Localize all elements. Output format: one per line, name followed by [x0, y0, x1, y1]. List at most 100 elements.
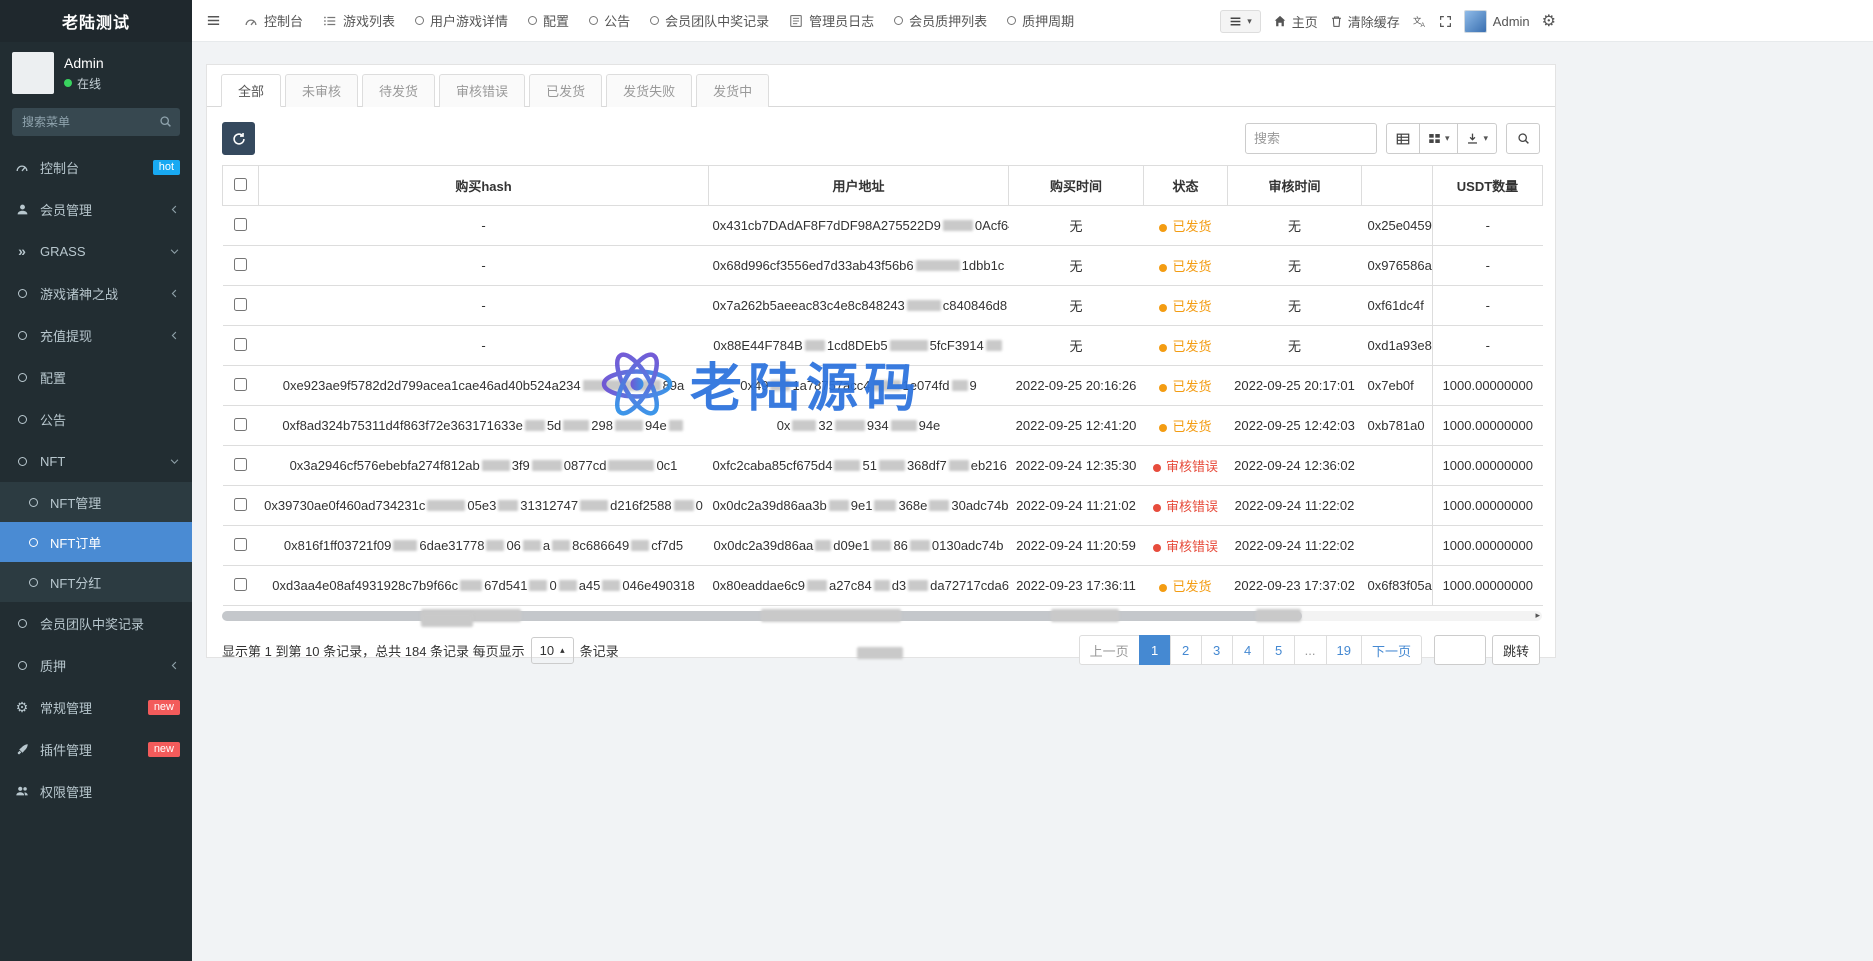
- columns-button[interactable]: ▾: [1419, 123, 1459, 154]
- jump-button[interactable]: 跳转: [1492, 635, 1540, 665]
- navbar-item[interactable]: 公告: [579, 0, 640, 41]
- table-row: -0x7a262b5aeeac83c4e8c848243c840846d8无已发…: [223, 286, 1543, 326]
- row-checkbox[interactable]: [234, 218, 247, 231]
- navbar-item[interactable]: 质押周期: [997, 0, 1084, 41]
- sidebar-item[interactable]: 会员团队中奖记录: [0, 602, 192, 644]
- page-number[interactable]: 4: [1232, 635, 1264, 665]
- column-header[interactable]: USDT数量: [1433, 166, 1543, 206]
- navbar-item[interactable]: 用户游戏详情: [405, 0, 518, 41]
- sidebar-item-label: 权限管理: [40, 782, 92, 801]
- sidebar-item[interactable]: »GRASS: [0, 230, 192, 272]
- filter-tab[interactable]: 发货中: [696, 74, 769, 107]
- usdt-amount-cell: -: [1433, 286, 1543, 326]
- filter-tab[interactable]: 未审核: [285, 74, 358, 107]
- nav-list-dropdown[interactable]: ▾: [1220, 10, 1261, 33]
- sidebar-item[interactable]: 会员管理: [0, 188, 192, 230]
- table-search-input[interactable]: [1245, 123, 1377, 154]
- redacted-text: [523, 540, 541, 551]
- caret-down-icon: ▾: [1483, 133, 1488, 144]
- page-number[interactable]: 19: [1326, 635, 1362, 665]
- navbar-item[interactable]: 配置: [518, 0, 579, 41]
- navbar-item[interactable]: 控制台: [234, 0, 313, 41]
- sidebar-item[interactable]: 控制台hot: [0, 146, 192, 188]
- row-checkbox[interactable]: [234, 538, 247, 551]
- redacted-text: [910, 540, 930, 551]
- horizontal-scrollbar[interactable]: ▸: [222, 611, 1542, 621]
- column-header[interactable]: 购买时间: [1009, 166, 1144, 206]
- page-number[interactable]: 5: [1263, 635, 1295, 665]
- clear-cache-label: 清除缓存: [1348, 12, 1400, 31]
- page-number[interactable]: 2: [1170, 635, 1202, 665]
- fullscreen-icon[interactable]: [1439, 15, 1452, 28]
- sidebar-item[interactable]: 公告: [0, 398, 192, 440]
- row-checkbox[interactable]: [234, 458, 247, 471]
- navbar-item[interactable]: 会员团队中奖记录: [640, 0, 779, 41]
- sidebar-subitem[interactable]: NFT管理: [0, 482, 192, 522]
- buy-hash-cell: -: [259, 246, 709, 286]
- row-checkbox[interactable]: [234, 578, 247, 591]
- sidebar-item[interactable]: ⚙常规管理new: [0, 686, 192, 728]
- page-number[interactable]: 1: [1139, 635, 1171, 665]
- sidebar-item[interactable]: 游戏诸神之战: [0, 272, 192, 314]
- sidebar-search-input[interactable]: [12, 108, 180, 136]
- sidebar-subitem[interactable]: NFT订单: [0, 522, 192, 562]
- redacted-text: [482, 460, 510, 471]
- sidebar-item[interactable]: 质押: [0, 644, 192, 686]
- page-size-select[interactable]: 10 ▴: [531, 637, 574, 664]
- filter-tab[interactable]: 全部: [221, 74, 281, 107]
- sidebar-subitem[interactable]: NFT分红: [0, 562, 192, 602]
- row-checkbox[interactable]: [234, 298, 247, 311]
- audit-time-cell: 2022-09-23 17:37:02: [1228, 566, 1362, 606]
- column-header[interactable]: 购买hash: [259, 166, 709, 206]
- navbar-user[interactable]: Admin: [1464, 10, 1530, 33]
- column-header[interactable]: 用户地址: [709, 166, 1009, 206]
- page-prev[interactable]: 上一页: [1079, 635, 1140, 665]
- filter-tab[interactable]: 待发货: [362, 74, 435, 107]
- home-link[interactable]: 主页: [1273, 12, 1318, 31]
- page-number[interactable]: 3: [1201, 635, 1233, 665]
- column-header[interactable]: 审核时间: [1228, 166, 1362, 206]
- navbar-item[interactable]: 游戏列表: [313, 0, 405, 41]
- settings-gear-icon[interactable]: ⚙: [1542, 11, 1556, 31]
- user-status-label: 在线: [77, 75, 101, 92]
- clear-cache-link[interactable]: 清除缓存: [1330, 12, 1400, 31]
- sidebar-item-label: 会员管理: [40, 200, 92, 219]
- sidebar-toggle-icon[interactable]: [192, 0, 234, 41]
- column-header[interactable]: [1362, 166, 1433, 206]
- sidebar-item[interactable]: 充值提现: [0, 314, 192, 356]
- redacted-text: [669, 420, 683, 431]
- sidebar-item[interactable]: 权限管理: [0, 770, 192, 812]
- sidebar-item[interactable]: 插件管理new: [0, 728, 192, 770]
- navbar-item[interactable]: 管理员日志: [779, 0, 884, 41]
- filter-tab[interactable]: 审核错误: [439, 74, 525, 107]
- page-next[interactable]: 下一页: [1361, 635, 1422, 665]
- sidebar-item[interactable]: 配置: [0, 356, 192, 398]
- table-row: -0x68d996cf3556ed7d33ab43f56b61dbb1c无已发货…: [223, 246, 1543, 286]
- navbar-item[interactable]: 会员质押列表: [884, 0, 997, 41]
- audit-time-cell: 2022-09-25 20:17:01: [1228, 366, 1362, 406]
- row-checkbox[interactable]: [234, 498, 247, 511]
- scrollbar-arrow-right-icon[interactable]: ▸: [1535, 610, 1540, 621]
- row-checkbox[interactable]: [234, 258, 247, 271]
- select-all-checkbox[interactable]: [234, 178, 247, 191]
- row-checkbox[interactable]: [234, 338, 247, 351]
- search-toggle-button[interactable]: [1506, 123, 1540, 154]
- redacted-text: [498, 500, 518, 511]
- row-checkbox[interactable]: [234, 378, 247, 391]
- jump-page-input[interactable]: [1434, 635, 1486, 665]
- filter-tab[interactable]: 发货失败: [606, 74, 692, 107]
- export-button[interactable]: ▾: [1457, 123, 1497, 154]
- address-cell: 0x3293494e: [709, 406, 1009, 446]
- row-checkbox[interactable]: [234, 418, 247, 431]
- dashboard-icon: [12, 160, 32, 174]
- refresh-button[interactable]: [222, 122, 255, 155]
- toggle-view-button[interactable]: [1386, 123, 1420, 154]
- filter-tab[interactable]: 已发货: [529, 74, 602, 107]
- online-dot-icon: [64, 79, 72, 87]
- sidebar-subitem-label: NFT分红: [50, 573, 101, 592]
- search-icon: [159, 115, 172, 128]
- sidebar-item[interactable]: NFT: [0, 440, 192, 482]
- redacted-text: [929, 500, 949, 511]
- language-icon[interactable]: 文A: [1412, 14, 1427, 29]
- column-header[interactable]: 状态: [1144, 166, 1228, 206]
